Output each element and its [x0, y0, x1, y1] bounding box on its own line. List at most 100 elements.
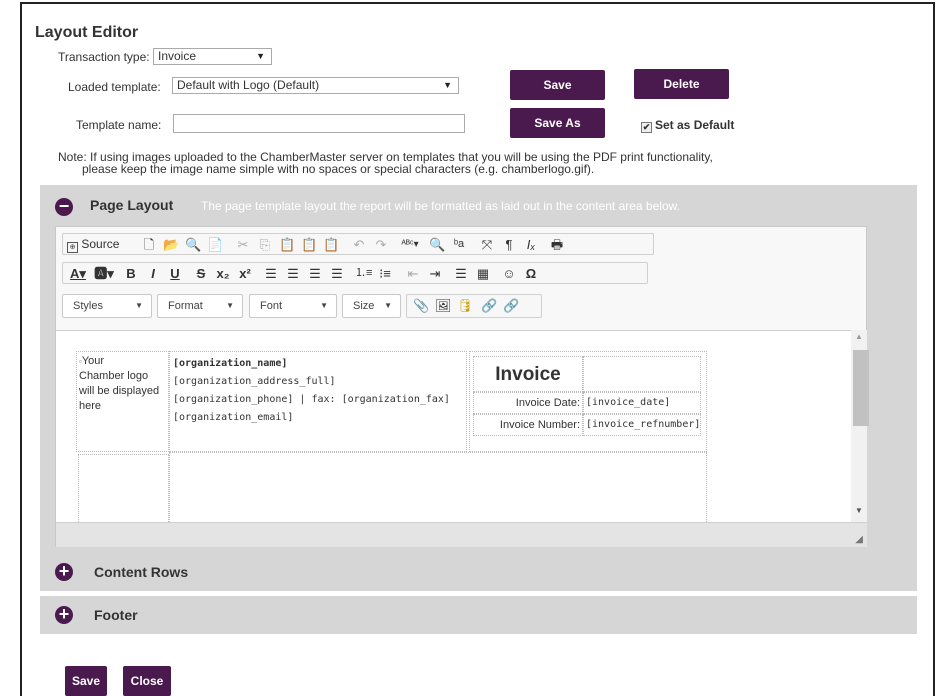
template-name-input[interactable] — [173, 114, 465, 133]
attachment-icon[interactable]: 📎 — [413, 297, 429, 314]
special-char-icon[interactable]: Ω — [523, 265, 539, 282]
logo-placeholder-image: ▫Your Chamber logo will be displayed her… — [79, 354, 166, 414]
font-combo[interactable]: Font ▼ — [249, 294, 337, 318]
undo-icon[interactable]: ↶ — [351, 236, 367, 253]
footer-title[interactable]: Footer — [94, 607, 138, 623]
maximize-icon[interactable]: ⤧ — [479, 236, 495, 253]
styles-label: Styles — [73, 300, 103, 312]
set-default-option[interactable]: ✔ Set as Default — [641, 118, 734, 133]
collapse-icon[interactable]: − — [55, 197, 73, 216]
content-rows-title[interactable]: Content Rows — [94, 564, 188, 580]
scroll-up-icon[interactable]: ▲ — [855, 332, 863, 341]
preview-icon[interactable]: 🔍 — [185, 236, 201, 253]
scroll-down-icon[interactable]: ▼ — [855, 506, 863, 515]
transaction-type-value: Invoice — [158, 49, 197, 63]
find-icon[interactable]: 🔍 — [429, 236, 445, 253]
invoice-number-label: Invoice Number: — [473, 414, 583, 436]
organization-phone: [organization_phone] | fax: [organizatio… — [173, 394, 450, 405]
footer-section[interactable]: + Footer — [40, 596, 917, 634]
replace-icon[interactable]: ᵇa — [451, 236, 467, 253]
expand-icon[interactable]: + — [55, 605, 73, 624]
source-icon: ⊕ — [67, 242, 78, 253]
editor-vertical-scrollbar[interactable]: ▲ ▼ — [851, 330, 869, 522]
save-button[interactable]: Save — [510, 70, 605, 100]
strikethrough-icon[interactable]: S — [193, 265, 209, 282]
bold-icon[interactable]: B — [123, 265, 139, 282]
dropdown-arrow-icon: ▼ — [443, 80, 452, 90]
outdent-icon[interactable]: ⇤ — [405, 265, 421, 282]
horizontal-line-icon[interactable]: ☰ — [453, 265, 469, 282]
numbered-list-icon[interactable]: ⒈≡ — [355, 265, 372, 282]
align-right-icon[interactable]: ☰ — [307, 265, 323, 282]
subscript-icon[interactable]: x₂ — [215, 265, 231, 282]
close-button[interactable]: Close — [123, 666, 171, 696]
database-icon[interactable]: 🛢 — [457, 297, 474, 314]
text-color-icon[interactable]: A▾ — [67, 265, 89, 282]
content-cell-lower-right — [169, 452, 707, 522]
cut-icon[interactable]: ✂ — [235, 236, 251, 253]
logo-alt-line-3: will be displayed — [79, 385, 160, 397]
editor-content-area[interactable]: ▫Your Chamber logo will be displayed her… — [56, 330, 851, 522]
link-icon[interactable]: 🔗 — [481, 297, 497, 314]
note-line-2: please keep the image name simple with n… — [82, 162, 595, 176]
format-combo[interactable]: Format ▼ — [157, 294, 243, 318]
chevron-down-icon: ▼ — [226, 301, 234, 310]
align-left-icon[interactable]: ☰ — [263, 265, 279, 282]
smiley-icon[interactable]: ☺ — [501, 265, 517, 282]
align-justify-icon[interactable]: ☰ — [329, 265, 345, 282]
superscript-icon[interactable]: x² — [237, 265, 253, 282]
redo-icon[interactable]: ↷ — [373, 236, 389, 253]
paste-icon[interactable]: 📋 — [279, 236, 295, 253]
content-rows-section[interactable]: + Content Rows — [40, 553, 917, 591]
align-center-icon[interactable]: ☰ — [285, 265, 301, 282]
show-blocks-icon[interactable]: ¶ — [501, 236, 517, 253]
organization-name: [organization_name] — [173, 358, 288, 369]
print-icon[interactable]: 🖶 — [549, 236, 565, 253]
italic-icon[interactable]: I — [145, 265, 161, 282]
spellcheck-icon[interactable]: ᴬᴮᶜ▾ — [399, 236, 421, 253]
remove-format-icon[interactable]: Iₓ — [523, 236, 539, 253]
page-layout-hint: The page template layout the report will… — [201, 199, 680, 213]
resize-handle-icon[interactable]: ◢ — [855, 534, 863, 545]
styles-combo[interactable]: Styles ▼ — [62, 294, 152, 318]
loaded-template-select[interactable]: Default with Logo (Default) ▼ — [172, 77, 459, 94]
indent-icon[interactable]: ⇥ — [427, 265, 443, 282]
size-combo[interactable]: Size ▼ — [342, 294, 401, 318]
set-default-label: Set as Default — [655, 118, 735, 132]
background-color-icon[interactable]: 🅰▾ — [93, 265, 115, 282]
document-icon[interactable]: 📄 — [207, 236, 223, 253]
bulleted-list-icon[interactable]: ⁝≡ — [377, 265, 393, 282]
copy-icon[interactable]: ⎘ — [257, 236, 273, 253]
table-icon[interactable]: ▦ — [475, 265, 491, 282]
invoice-heading: Invoice — [473, 356, 583, 392]
paste-text-icon[interactable]: 📋 — [301, 236, 317, 253]
organization-email: [organization_email] — [173, 412, 294, 423]
logo-alt-line-4: here — [79, 400, 102, 412]
format-label: Format — [168, 300, 203, 312]
image-icon[interactable]: 🖼 — [435, 297, 452, 314]
logo-alt-line-1: Your — [81, 355, 105, 367]
save-bottom-button[interactable]: Save — [65, 666, 107, 696]
toolbar-row-1: ⊕ Source 🗋 📂 🔍 📄 ✂ ⎘ 📋 📋 📋 ↶ ↷ ᴬᴮᶜ▾ 🔍 ᵇa… — [62, 233, 654, 255]
page-title: Layout Editor — [35, 24, 139, 41]
insert-toolbar-group: 📎 🖼 🛢 🔗 🔗 — [406, 294, 542, 318]
templates-icon[interactable]: 📂 — [163, 236, 179, 253]
scroll-thumb[interactable] — [853, 350, 869, 426]
source-label: Source — [81, 237, 120, 251]
new-page-icon[interactable]: 🗋 — [141, 236, 157, 253]
logo-cell: ▫Your Chamber logo will be displayed her… — [76, 351, 169, 452]
paste-word-icon[interactable]: 📋 — [323, 236, 339, 253]
chevron-down-icon: ▼ — [384, 301, 392, 310]
save-as-button[interactable]: Save As — [510, 108, 605, 138]
underline-icon[interactable]: U — [167, 265, 183, 282]
delete-button[interactable]: Delete — [634, 69, 729, 99]
page-layout-title[interactable]: Page Layout — [90, 197, 173, 213]
transaction-type-select[interactable]: Invoice ▼ — [153, 48, 272, 65]
organization-cell: [organization_name] [organization_addres… — [169, 351, 467, 452]
set-default-checkbox[interactable]: ✔ — [641, 122, 652, 133]
source-button[interactable]: ⊕ Source — [67, 236, 131, 253]
expand-icon[interactable]: + — [55, 562, 73, 581]
unlink-icon[interactable]: 🔗 — [503, 297, 519, 314]
invoice-date-value: [invoice_date] — [583, 392, 701, 414]
chevron-down-icon: ▼ — [320, 301, 328, 310]
